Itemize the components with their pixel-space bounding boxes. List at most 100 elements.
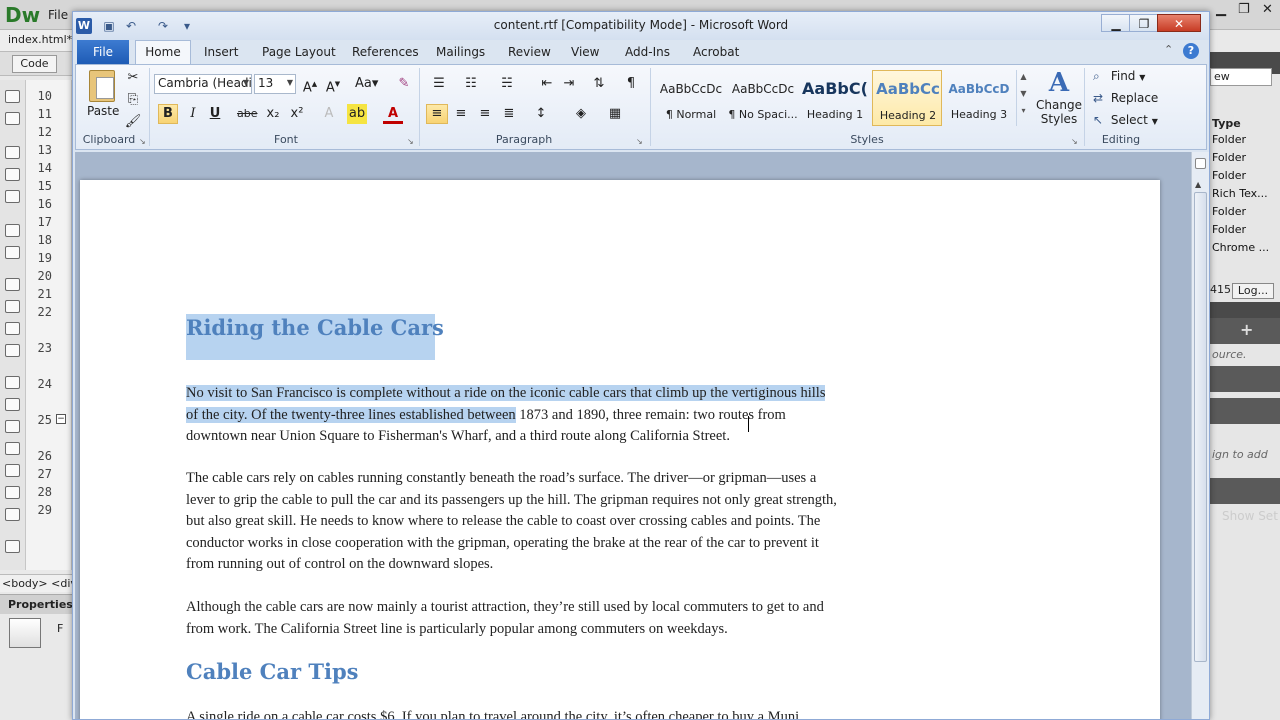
files-view-select[interactable]: ew [1210,68,1272,86]
tab-home[interactable]: Home [135,40,191,65]
font-name-combo[interactable]: Cambria (Headi ▼ [154,74,252,94]
bold-button[interactable]: B [158,104,178,124]
minimize-button[interactable]: ▁ [1101,14,1131,32]
collapse-selection-icon[interactable] [5,168,20,181]
tab-references[interactable]: References [352,45,419,59]
change-styles-button[interactable]: A Change Styles [1035,68,1083,126]
dw-tab-index[interactable]: index.html* [8,33,72,46]
justify-icon[interactable]: ≣ [499,104,519,124]
document-area[interactable]: Riding the Cable Cars No visit to San Fr… [75,152,1191,719]
paragraph-1[interactable]: No visit to San Francisco is complete wi… [186,383,1046,448]
show-formatting-icon[interactable]: ¶ [621,74,641,94]
tab-acrobat[interactable]: Acrobat [693,45,739,59]
replace-button[interactable]: ⇄ Replace [1093,91,1158,105]
style-no-spacing[interactable]: AaBbCcDc ¶ No Spaci... [728,70,798,126]
properties-panel-title[interactable]: Properties [0,594,73,614]
clear-formatting-icon[interactable]: ✎ [394,74,414,94]
shrink-font-icon[interactable]: A▼ [323,74,343,95]
strikethrough-button[interactable]: abe [237,104,258,124]
font-launcher-icon[interactable]: ↘ [407,137,414,146]
tab-mailings[interactable]: Mailings [436,45,485,59]
restore-button[interactable]: ❐ [1129,14,1159,32]
paste-icon[interactable] [89,70,115,102]
paragraph-4[interactable]: A single ride on a cable car costs $6. I… [186,707,1046,719]
recent-snippets-icon[interactable] [5,442,20,455]
paragraph-launcher-icon[interactable]: ↘ [636,137,643,146]
line-numbers-icon[interactable] [5,278,20,291]
decrease-indent-icon[interactable]: ⇤ [537,74,557,94]
minimize-ribbon-icon[interactable]: ⌃ [1164,43,1173,56]
numbering-icon[interactable]: ☷ [461,74,481,94]
file-type-column-header[interactable]: Type [1212,117,1241,130]
minimize-icon[interactable]: ▁ [1216,2,1226,17]
scroll-up-icon[interactable]: ▲ [1195,180,1201,189]
style-heading-3[interactable]: AaBbCcD Heading 3 [944,70,1014,126]
add-icon[interactable]: + [1240,320,1253,339]
multilevel-list-icon[interactable]: ☵ [497,74,517,94]
format-painter-icon[interactable]: 🖌 [123,112,143,132]
scroll-thumb[interactable] [1194,192,1207,662]
help-icon[interactable]: ? [1183,43,1199,59]
close-icon[interactable]: ✕ [1262,2,1273,17]
styles-launcher-icon[interactable]: ↘ [1071,137,1078,146]
indent-code-icon[interactable] [5,486,20,499]
cut-icon[interactable]: ✂ [123,68,143,88]
expand-all-icon[interactable] [5,190,20,203]
superscript-button[interactable]: x² [287,104,307,124]
select-parent-tag-icon[interactable] [5,224,20,237]
tab-view[interactable]: View [571,45,599,59]
tab-insert[interactable]: Insert [204,45,238,59]
chevron-down-icon[interactable]: ▼ [1017,89,1030,98]
borders-icon[interactable]: ▦ [605,104,625,124]
italic-button[interactable]: I [183,104,203,124]
styles-gallery-scroll[interactable]: ▲ ▼ ▾ [1016,70,1030,126]
tag-selector[interactable]: <body> <div [0,574,72,592]
highlight-color-icon[interactable]: ab [347,104,367,124]
outdent-code-icon[interactable] [5,508,20,521]
code-collapse-toggle[interactable]: − [56,414,66,424]
style-normal[interactable]: AaBbCcDc ¶ Normal [656,70,726,126]
vertical-scrollbar[interactable]: ▲ [1191,152,1209,719]
paragraph-3[interactable]: Although the cable cars are now mainly a… [186,597,1046,640]
balance-braces-icon[interactable] [5,246,20,259]
paragraph-2[interactable]: The cable cars rely on cables running co… [186,468,1046,576]
increase-indent-icon[interactable]: ⇥ [559,74,579,94]
dw-menu-file[interactable]: File [48,8,68,22]
log-button[interactable]: Log... [1232,283,1274,299]
open-documents-icon[interactable] [5,90,20,103]
heading-riding-cable-cars[interactable]: Riding the Cable Cars [186,315,444,340]
underline-button[interactable]: U [205,104,225,124]
wrap-tag-icon[interactable] [5,420,20,433]
align-right-icon[interactable]: ≡ [475,104,495,124]
uncomment-icon[interactable] [5,398,20,411]
syntax-coloring-icon[interactable] [5,322,20,335]
maximize-icon[interactable]: ❐ [1238,2,1250,17]
select-button[interactable]: ↖ Select ▼ [1093,113,1158,127]
close-button[interactable]: ✕ [1157,14,1201,32]
line-spacing-icon[interactable]: ↕ [531,104,551,124]
tab-review[interactable]: Review [508,45,551,59]
shading-icon[interactable]: ◈ [571,104,591,124]
heading-cable-car-tips[interactable]: Cable Car Tips [186,659,358,684]
comment-icon[interactable] [5,376,20,389]
subscript-button[interactable]: x₂ [263,104,283,124]
copy-icon[interactable]: ⎘ [123,90,143,110]
tab-file[interactable]: File [77,40,129,64]
tab-page-layout[interactable]: Page Layout [262,45,336,59]
format-source-icon[interactable] [5,540,20,553]
tab-add-ins[interactable]: Add-Ins [625,45,670,59]
style-heading-1[interactable]: AaBbC( Heading 1 [800,70,870,126]
collapse-icon[interactable] [5,146,20,159]
highlight-invalid-code-icon[interactable] [5,300,20,313]
style-heading-2[interactable]: AaBbCc Heading 2 [872,70,942,126]
chevron-up-icon[interactable]: ▲ [1017,72,1030,81]
clipboard-launcher-icon[interactable]: ↘ [139,137,146,146]
sort-icon[interactable]: ⇅ [589,74,609,94]
view-ruler-icon[interactable] [1195,158,1206,169]
change-case-icon[interactable]: Aa▾ [355,74,378,94]
more-styles-icon[interactable]: ▾ [1017,106,1030,115]
word-wrap-icon[interactable] [5,344,20,357]
font-color-icon[interactable]: A [383,104,403,124]
bullets-icon[interactable]: ☰ [429,74,449,94]
text-effects-icon[interactable]: A [319,104,339,124]
